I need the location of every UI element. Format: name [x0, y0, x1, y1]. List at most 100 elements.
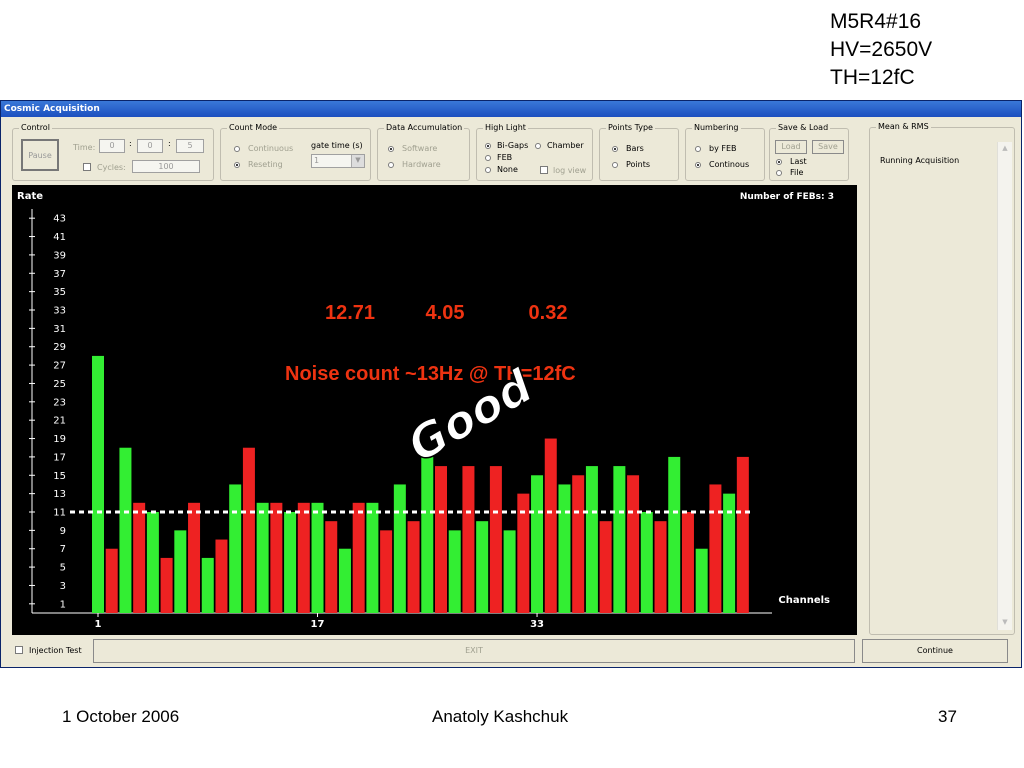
software-radio[interactable] [388, 146, 394, 152]
gate-time-value: 1 [314, 156, 320, 165]
bar [462, 466, 475, 613]
feb-label: FEB [497, 153, 513, 162]
points-type-title: Points Type [606, 123, 655, 133]
cycles-label: Cycles: [97, 163, 126, 172]
y-tick-label: 27 [53, 361, 66, 372]
y-tick-label: 3 [60, 581, 66, 592]
bar [160, 557, 173, 613]
file-radio[interactable] [776, 170, 782, 176]
bar [174, 530, 187, 613]
last-label: Last [790, 157, 807, 166]
software-label: Software [402, 144, 438, 153]
feb-radio[interactable] [485, 155, 491, 161]
continous-radio[interactable] [695, 162, 701, 168]
time-separator: : [168, 139, 171, 148]
bigaps-label: Bi-Gaps [497, 141, 529, 150]
injection-test-checkbox[interactable] [15, 646, 23, 654]
footer-date: 1 October 2006 [62, 707, 180, 726]
time-separator: : [129, 139, 132, 148]
mean-rms-textarea[interactable]: Running Acquisition ▲ ▼ [874, 138, 1012, 632]
bar [284, 512, 297, 613]
top-note: M5R4#16 HV=2650V TH=12fC [830, 8, 932, 92]
gate-time-select[interactable]: 1 ▼ [311, 154, 365, 168]
scroll-down-icon[interactable]: ▼ [1000, 618, 1010, 628]
x-tick-label: 1 [95, 619, 102, 630]
reseting-label: Reseting [248, 160, 283, 169]
y-tick-label: 9 [60, 526, 66, 537]
top-note-line: TH=12fC [830, 66, 915, 89]
gate-time-label: gate time (s) [311, 141, 363, 150]
y-tick-label: 15 [53, 471, 66, 482]
stat-value: 0.32 [529, 302, 568, 324]
time-hours-field[interactable]: 0 [99, 139, 125, 153]
bar [366, 502, 379, 613]
y-tick-label: 31 [53, 324, 66, 335]
rate-chart-svg: Rate Number of FEBs: 31357911131517192123… [17, 191, 834, 630]
continous-label: Continous [709, 160, 750, 169]
chevron-down-icon[interactable]: ▼ [351, 155, 364, 167]
save-button[interactable]: Save [812, 140, 844, 154]
bar [92, 355, 104, 613]
bar [256, 502, 269, 613]
bar [668, 456, 681, 613]
y-tick-label: 13 [53, 489, 66, 500]
bars-radio[interactable] [612, 146, 618, 152]
bigaps-radio[interactable] [485, 143, 491, 149]
hardware-radio[interactable] [388, 162, 394, 168]
cycles-checkbox[interactable] [83, 163, 91, 171]
last-radio[interactable] [776, 159, 782, 165]
x-tick-label: 17 [311, 619, 325, 630]
bar [201, 557, 214, 613]
bar [188, 502, 201, 613]
time-minutes-field[interactable]: 0 [137, 139, 163, 153]
window-title: Cosmic Acquisition [1, 101, 1021, 117]
x-axis-label: Channels [778, 595, 830, 606]
control-group: Control Pause Time: 0 : 0 : 5 Cycles: 10… [12, 123, 214, 181]
bar [599, 521, 612, 613]
y-tick-label: 29 [53, 342, 66, 353]
bar [105, 548, 118, 613]
bar [421, 456, 434, 613]
footer-author: Anatoly Kashchuk [432, 707, 569, 726]
y-tick-label: 23 [53, 397, 66, 408]
none-radio[interactable] [485, 167, 491, 173]
bar [558, 484, 571, 613]
cycles-field[interactable]: 100 [132, 160, 200, 173]
high-light-title: High Light [483, 123, 528, 133]
continue-button[interactable]: Continue [862, 639, 1008, 663]
continuous-radio[interactable] [234, 146, 240, 152]
points-label: Points [626, 160, 651, 169]
hardware-label: Hardware [402, 160, 441, 169]
top-note-line: M5R4#16 [830, 10, 922, 33]
bar [270, 502, 283, 613]
bar [311, 502, 324, 613]
scroll-up-icon[interactable]: ▲ [1000, 144, 1010, 154]
points-radio[interactable] [612, 162, 618, 168]
y-tick-label: 19 [53, 434, 66, 445]
count-mode-group: Count Mode Continuous Reseting gate time… [220, 123, 371, 181]
chamber-radio[interactable] [535, 143, 541, 149]
load-button[interactable]: Load [775, 140, 807, 154]
bar [503, 530, 516, 613]
byfeb-label: by FEB [709, 144, 737, 153]
logview-checkbox[interactable] [540, 166, 548, 174]
points-type-group: Points Type Bars Points [599, 123, 679, 181]
chamber-label: Chamber [547, 141, 584, 150]
save-load-group: Save & Load Load Save Last File [769, 123, 849, 181]
y-tick-label: 7 [60, 544, 66, 555]
scrollbar[interactable]: ▲ ▼ [997, 142, 1012, 630]
time-seconds-field[interactable]: 5 [176, 139, 204, 153]
bar [681, 512, 694, 613]
byfeb-radio[interactable] [695, 146, 701, 152]
mean-rms-text: Running Acquisition [880, 156, 960, 165]
mean-rms-title: Mean & RMS [876, 122, 931, 132]
exit-button[interactable]: EXIT [93, 639, 855, 663]
y-tick-label: 1 [60, 599, 66, 610]
bar [325, 521, 338, 613]
reseting-radio[interactable] [234, 162, 240, 168]
y-tick-label: 25 [53, 379, 66, 390]
pause-button[interactable]: Pause [21, 139, 59, 171]
bar [435, 466, 447, 613]
rate-chart: Rate Number of FEBs: 3 1 3 5 7 9 11 13 15 17 19 21 23… [12, 185, 857, 635]
bars-label: Bars [626, 144, 644, 153]
